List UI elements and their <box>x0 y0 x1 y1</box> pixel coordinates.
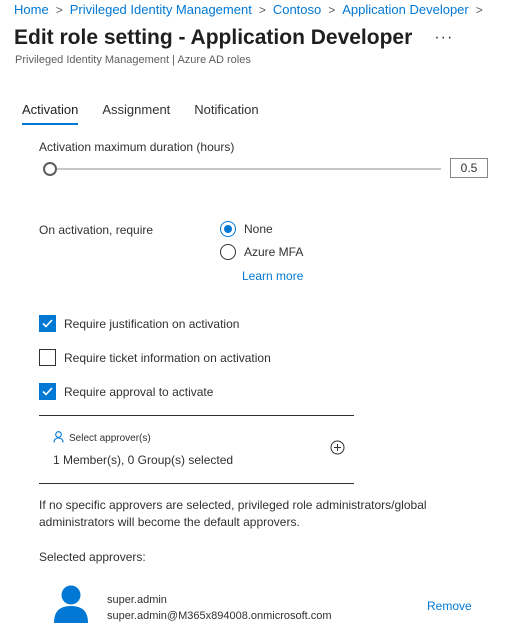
tab-bar: Activation Assignment Notification <box>22 102 283 125</box>
breadcrumb-contoso[interactable]: Contoso <box>273 2 321 17</box>
radio-none[interactable]: None <box>220 221 273 237</box>
radio-checked-icon <box>220 221 236 237</box>
select-approvers-button[interactable]: Select approver(s) <box>53 431 151 446</box>
checkbox-empty-icon <box>39 349 56 366</box>
chevron-right-icon: > <box>475 2 483 17</box>
approver-email: super.admin@M365x894008.onmicrosoft.com <box>107 610 332 622</box>
default-approvers-note: If no specific approvers are selected, p… <box>39 498 427 529</box>
breadcrumb-pim[interactable]: Privileged Identity Management <box>70 2 252 17</box>
checkbox-require-approval[interactable]: Require approval to activate <box>39 383 213 400</box>
tab-activation[interactable]: Activation <box>22 102 79 125</box>
radio-none-label: None <box>244 222 273 236</box>
checkmark-icon <box>39 315 56 332</box>
breadcrumb-application-developer[interactable]: Application Developer <box>342 2 468 17</box>
page-subtitle: Privileged Identity Management | Azure A… <box>15 54 251 66</box>
checkbox-require-ticket[interactable]: Require ticket information on activation <box>39 349 271 366</box>
checkmark-icon <box>39 383 56 400</box>
checkbox-label: Require justification on activation <box>64 316 240 331</box>
more-options-icon[interactable]: ··· <box>434 29 453 47</box>
breadcrumb-home[interactable]: Home <box>14 2 49 17</box>
tab-notification[interactable]: Notification <box>194 102 258 125</box>
radio-azure-mfa[interactable]: Azure MFA <box>220 244 303 260</box>
breadcrumb: Home > Privileged Identity Management > … <box>14 2 490 17</box>
user-avatar-icon <box>53 585 89 628</box>
divider <box>39 483 354 484</box>
radio-unchecked-icon <box>220 244 236 260</box>
select-approvers-label: Select approver(s) <box>69 433 151 444</box>
title-row: Edit role setting - Application Develope… <box>14 26 453 50</box>
add-approver-icon[interactable] <box>330 440 345 460</box>
checkbox-label: Require ticket information on activation <box>64 350 271 365</box>
duration-slider[interactable] <box>43 162 441 176</box>
duration-value-input[interactable] <box>450 158 488 178</box>
learn-more-link[interactable]: Learn more <box>242 269 303 283</box>
chevron-right-icon: > <box>328 2 336 17</box>
remove-approver-button[interactable]: Remove <box>427 599 472 613</box>
duration-label: Activation maximum duration (hours) <box>39 140 235 154</box>
slider-track <box>49 168 441 170</box>
checkbox-require-justification[interactable]: Require justification on activation <box>39 315 239 332</box>
approver-name: super.admin <box>107 594 167 606</box>
divider <box>39 415 354 416</box>
person-icon <box>53 431 64 446</box>
approver-count: 1 Member(s), 0 Group(s) selected <box>53 453 234 467</box>
tab-assignment[interactable]: Assignment <box>102 102 170 125</box>
page-title: Edit role setting - Application Develope… <box>14 26 413 49</box>
chevron-right-icon: > <box>55 2 63 17</box>
selected-approvers-label: Selected approvers: <box>39 550 146 564</box>
checkbox-label: Require approval to activate <box>64 384 214 399</box>
slider-thumb[interactable] <box>43 162 57 176</box>
chevron-right-icon: > <box>258 2 266 17</box>
edit-role-setting-page: Home > Privileged Identity Management > … <box>0 0 508 628</box>
activation-require-label: On activation, require <box>39 223 154 237</box>
radio-azure-mfa-label: Azure MFA <box>244 245 304 259</box>
